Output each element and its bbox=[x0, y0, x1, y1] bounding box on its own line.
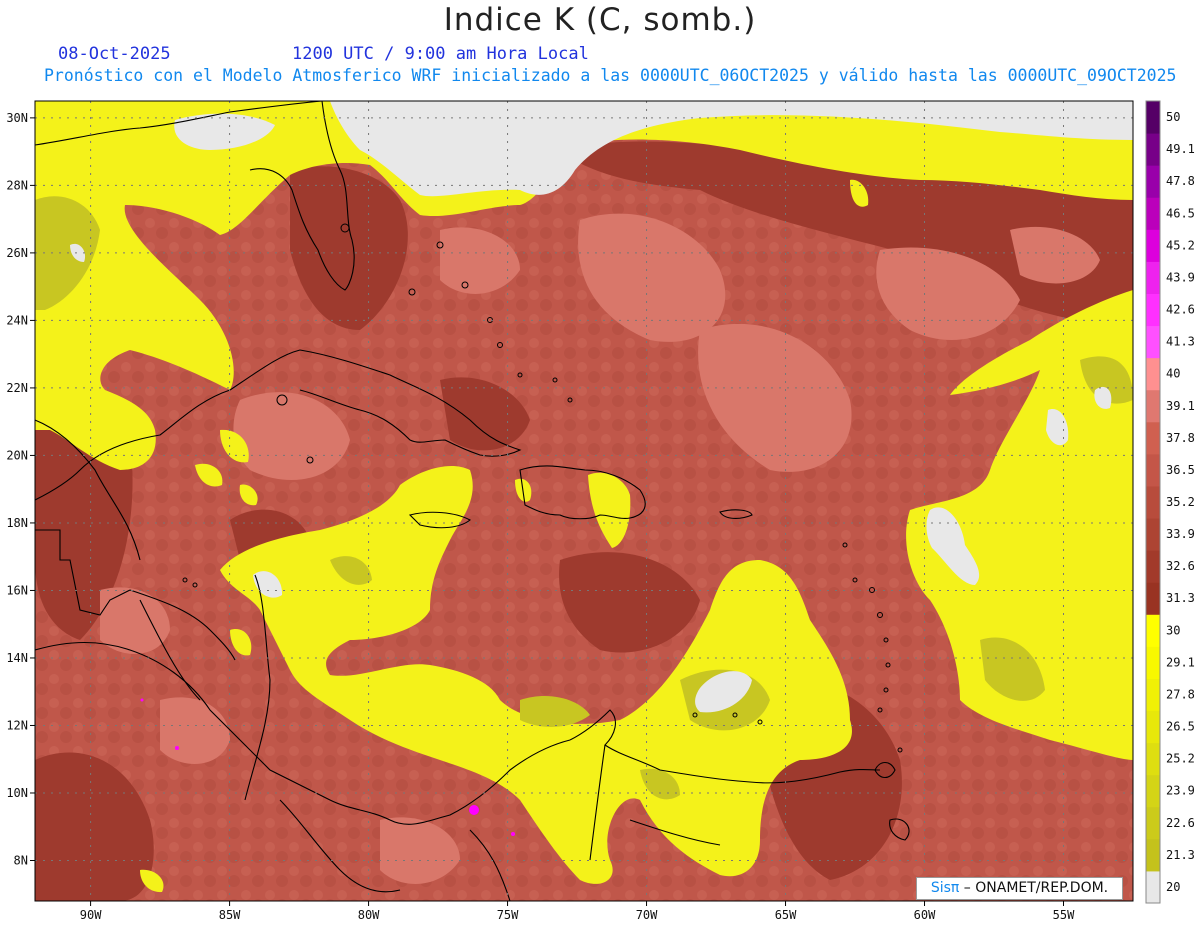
colorbar-swatch bbox=[1146, 518, 1160, 551]
colorbar-label: 39.1 bbox=[1166, 399, 1195, 413]
colorbar-swatch bbox=[1146, 421, 1160, 455]
colorbar-label: 50 bbox=[1166, 110, 1180, 124]
k-index-map: 8N 10N 12N 14N 16N 18N 20N 22N 24N 26N 28N 30N 90W 8… bbox=[6, 100, 1195, 922]
colorbar-label: 35.2 bbox=[1166, 495, 1195, 509]
colorbar-swatch bbox=[1146, 838, 1160, 872]
colorbar-label: 25.2 bbox=[1166, 752, 1195, 766]
lat-tick-label: 20N bbox=[6, 448, 28, 462]
colorbar-swatch bbox=[1146, 133, 1160, 166]
lon-tick-label: 65W bbox=[775, 908, 797, 922]
colorbar-swatch bbox=[1146, 870, 1160, 904]
lat-tick-label: 8N bbox=[14, 853, 28, 867]
colorbar-label: 29.1 bbox=[1166, 655, 1195, 669]
longitude-labels: 90W 85W 80W 75W 70W 65W 60W 55W bbox=[80, 901, 1075, 922]
lat-tick-label: 30N bbox=[6, 111, 28, 125]
colorbar-swatch bbox=[1146, 325, 1160, 359]
lon-tick-label: 60W bbox=[914, 908, 936, 922]
colorbar-label: 36.5 bbox=[1166, 463, 1195, 477]
lat-tick-label: 22N bbox=[6, 381, 28, 395]
colorbar-swatch bbox=[1146, 806, 1160, 840]
colorbar-label: 43.9 bbox=[1166, 270, 1195, 284]
colorbar-label: 26.5 bbox=[1166, 720, 1195, 734]
colorbar-label: 40 bbox=[1166, 367, 1180, 381]
colorbar-swatch bbox=[1146, 550, 1160, 583]
lon-tick-label: 70W bbox=[636, 908, 658, 922]
colorbar-label: 41.3 bbox=[1166, 335, 1195, 349]
colorbar-label: 20 bbox=[1166, 880, 1180, 894]
colorbar-swatch bbox=[1146, 678, 1160, 712]
latitude-labels: 8N 10N 12N 14N 16N 18N 20N 22N 24N 26N 28N 30N bbox=[6, 111, 35, 867]
colorbar-label: 22.6 bbox=[1166, 816, 1195, 830]
colorbar-label: 47.8 bbox=[1166, 174, 1195, 188]
colorbar-swatch bbox=[1146, 165, 1160, 198]
colorbar-swatch bbox=[1146, 742, 1160, 776]
colorbar-label: 45.2 bbox=[1166, 238, 1195, 252]
lat-tick-label: 28N bbox=[6, 178, 28, 192]
lat-tick-label: 14N bbox=[6, 651, 28, 665]
colorbar-swatch bbox=[1146, 229, 1160, 262]
colorbar-swatch bbox=[1146, 389, 1160, 423]
lat-tick-label: 16N bbox=[6, 583, 28, 597]
sis-logo-text: Sisπ bbox=[930, 880, 960, 896]
colorbar-label: 27.8 bbox=[1166, 687, 1195, 701]
lat-tick-label: 10N bbox=[6, 786, 28, 800]
colorbar-label: 30 bbox=[1166, 623, 1180, 637]
colorbar-swatch bbox=[1146, 357, 1160, 391]
colorbar-label: 21.3 bbox=[1166, 848, 1195, 862]
colorbar-label: 23.9 bbox=[1166, 784, 1195, 798]
colorbar: 20 21.3 22.6 23.9 25.2 26.5 27.8 29.1 30 31.3 32.6… bbox=[1145, 100, 1195, 904]
colorbar-swatch bbox=[1146, 197, 1160, 230]
lat-tick-label: 26N bbox=[6, 246, 28, 260]
lon-tick-label: 55W bbox=[1053, 908, 1075, 922]
colorbar-swatch bbox=[1146, 774, 1160, 808]
colorbar-label: 31.3 bbox=[1166, 591, 1195, 605]
colorbar-label: 32.6 bbox=[1166, 559, 1195, 573]
colorbar-swatch bbox=[1146, 614, 1160, 647]
colorbar-label: 42.6 bbox=[1166, 303, 1195, 317]
lon-tick-label: 80W bbox=[358, 908, 380, 922]
colorbar-label: 33.9 bbox=[1166, 527, 1195, 541]
lon-tick-label: 85W bbox=[219, 908, 241, 922]
colorbar-swatch bbox=[1146, 293, 1160, 327]
colorbar-swatch bbox=[1146, 453, 1160, 487]
credit-org: – ONAMET/REP.DOM. bbox=[959, 880, 1109, 896]
colorbar-swatch bbox=[1146, 101, 1160, 134]
colorbar-label: 49.1 bbox=[1166, 142, 1195, 156]
lat-tick-label: 24N bbox=[6, 313, 28, 327]
credit-box: Sisπ – ONAMET/REP.DOM. bbox=[916, 877, 1123, 900]
colorbar-swatch bbox=[1146, 261, 1160, 294]
colorbar-swatch bbox=[1146, 646, 1160, 679]
shaded-field bbox=[35, 101, 1133, 901]
colorbar-swatch bbox=[1146, 710, 1160, 744]
lat-tick-label: 12N bbox=[6, 718, 28, 732]
colorbar-swatch bbox=[1146, 582, 1160, 615]
colorbar-label: 37.8 bbox=[1166, 431, 1195, 445]
colorbar-label: 46.5 bbox=[1166, 206, 1195, 220]
lon-tick-label: 90W bbox=[80, 908, 102, 922]
lon-tick-label: 75W bbox=[497, 908, 519, 922]
lat-tick-label: 18N bbox=[6, 516, 28, 530]
colorbar-swatch bbox=[1146, 485, 1160, 519]
